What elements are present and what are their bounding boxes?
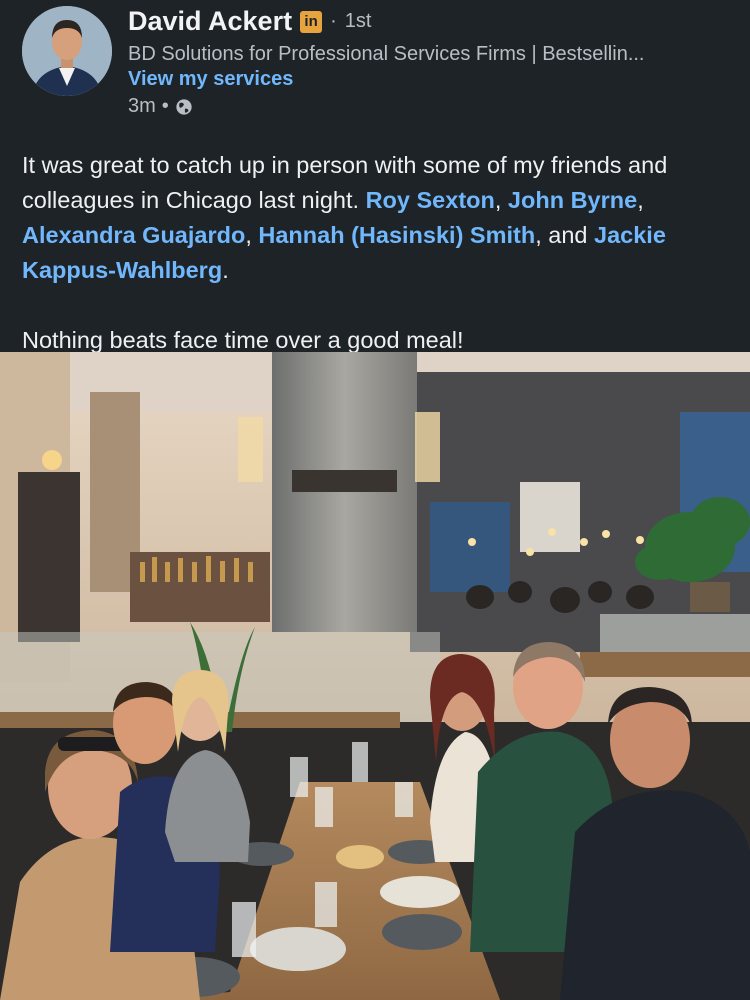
mention-hannah-smith[interactable]: Hannah (Hasinski) Smith <box>258 222 535 248</box>
post-photo[interactable] <box>0 352 750 1000</box>
post-header: David Ackert in · 1st BD Solutions for P… <box>0 0 750 130</box>
separator: , <box>245 222 259 248</box>
author-name[interactable]: David Ackert <box>128 6 292 37</box>
linkedin-icon: in <box>300 10 323 33</box>
view-services-link[interactable]: View my services <box>128 68 293 91</box>
meta-separator: • <box>161 95 169 117</box>
separator: , and <box>535 222 595 248</box>
author-name-row: David Ackert in · 1st <box>128 6 371 37</box>
mention-john-byrne[interactable]: John Byrne <box>508 187 637 213</box>
post-meta: 3m • <box>128 95 193 118</box>
separator: , <box>494 187 508 213</box>
avatar[interactable] <box>22 6 112 96</box>
author-headline: BD Solutions for Professional Services F… <box>128 43 645 65</box>
mention-alexandra-guajardo[interactable]: Alexandra Guajardo <box>22 222 245 248</box>
connection-degree: 1st <box>344 10 372 32</box>
degree-separator: · <box>330 10 337 32</box>
mention-roy-sexton[interactable]: Roy Sexton <box>366 187 495 213</box>
separator: . <box>222 257 229 283</box>
post-paragraph-1: It was great to catch up in person with … <box>22 148 732 288</box>
separator: , <box>637 187 644 213</box>
globe-icon <box>176 98 192 115</box>
post-time: 3m <box>128 95 156 117</box>
post-body: It was great to catch up in person with … <box>22 148 732 358</box>
